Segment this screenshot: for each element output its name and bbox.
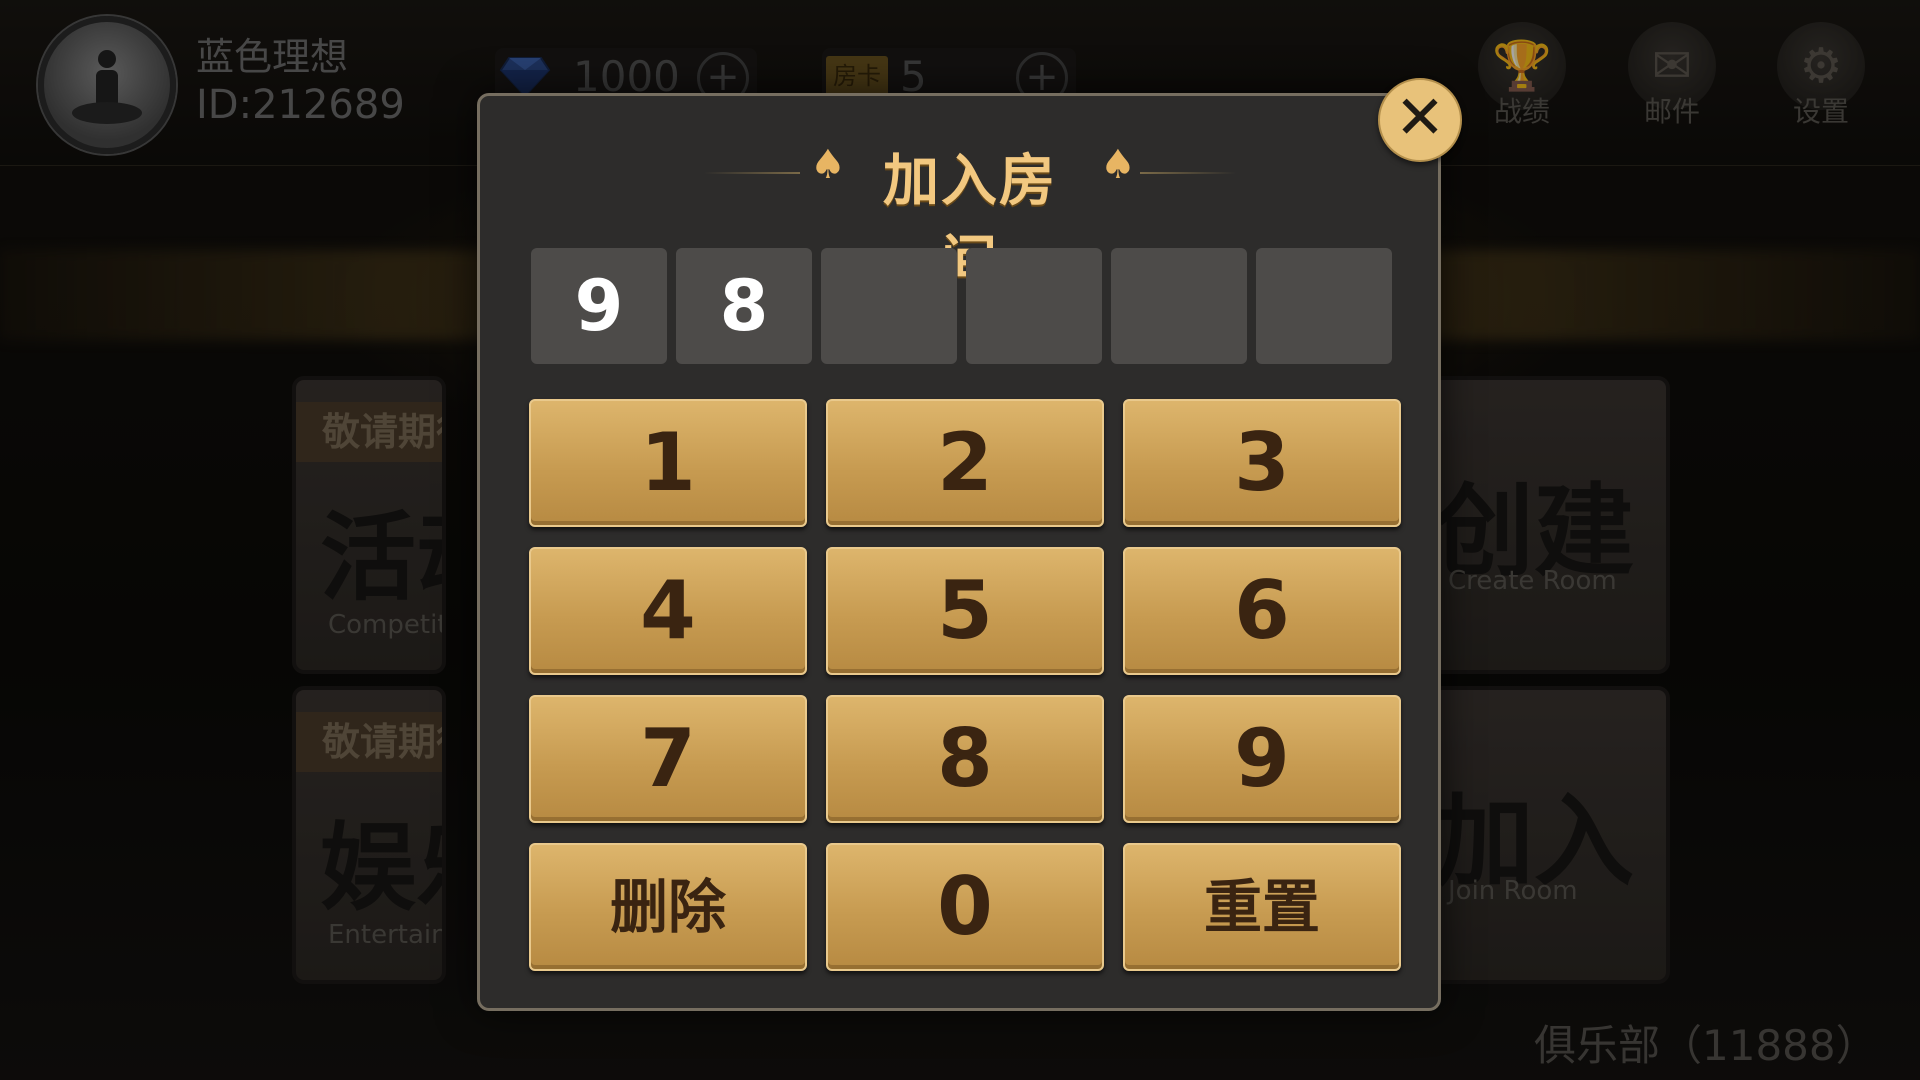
key-1-button[interactable]: 1	[529, 399, 807, 527]
title-divider-left	[704, 172, 800, 174]
reset-button[interactable]: 重置	[1123, 843, 1401, 971]
key-5-button[interactable]: 5	[826, 547, 1104, 675]
spade-icon: ♠	[1100, 142, 1136, 188]
title-divider-right	[1140, 172, 1236, 174]
digit-slot	[1256, 248, 1392, 364]
room-number-display: 9 8	[531, 248, 1393, 364]
digit-slot: 9	[531, 248, 667, 364]
digit-slot	[966, 248, 1102, 364]
delete-button[interactable]: 删除	[529, 843, 807, 971]
key-4-button[interactable]: 4	[529, 547, 807, 675]
close-icon[interactable]: ✕	[1378, 78, 1462, 162]
key-9-button[interactable]: 9	[1123, 695, 1401, 823]
key-7-button[interactable]: 7	[529, 695, 807, 823]
key-3-button[interactable]: 3	[1123, 399, 1401, 527]
key-2-button[interactable]: 2	[826, 399, 1104, 527]
number-keypad: 1 2 3 4 5 6 7 8 9 删除 0 重置	[529, 399, 1401, 971]
digit-slot	[1111, 248, 1247, 364]
digit-slot: 8	[676, 248, 812, 364]
dialog-header: ♠ 加入房间 ♠	[480, 136, 1438, 295]
join-room-dialog: ♠ 加入房间 ♠ 9 8 1 2 3 4 5 6 7 8 9 删除 0 重置	[477, 93, 1441, 1011]
key-0-button[interactable]: 0	[826, 843, 1104, 971]
spade-icon: ♠	[810, 142, 846, 188]
digit-slot	[821, 248, 957, 364]
key-8-button[interactable]: 8	[826, 695, 1104, 823]
key-6-button[interactable]: 6	[1123, 547, 1401, 675]
